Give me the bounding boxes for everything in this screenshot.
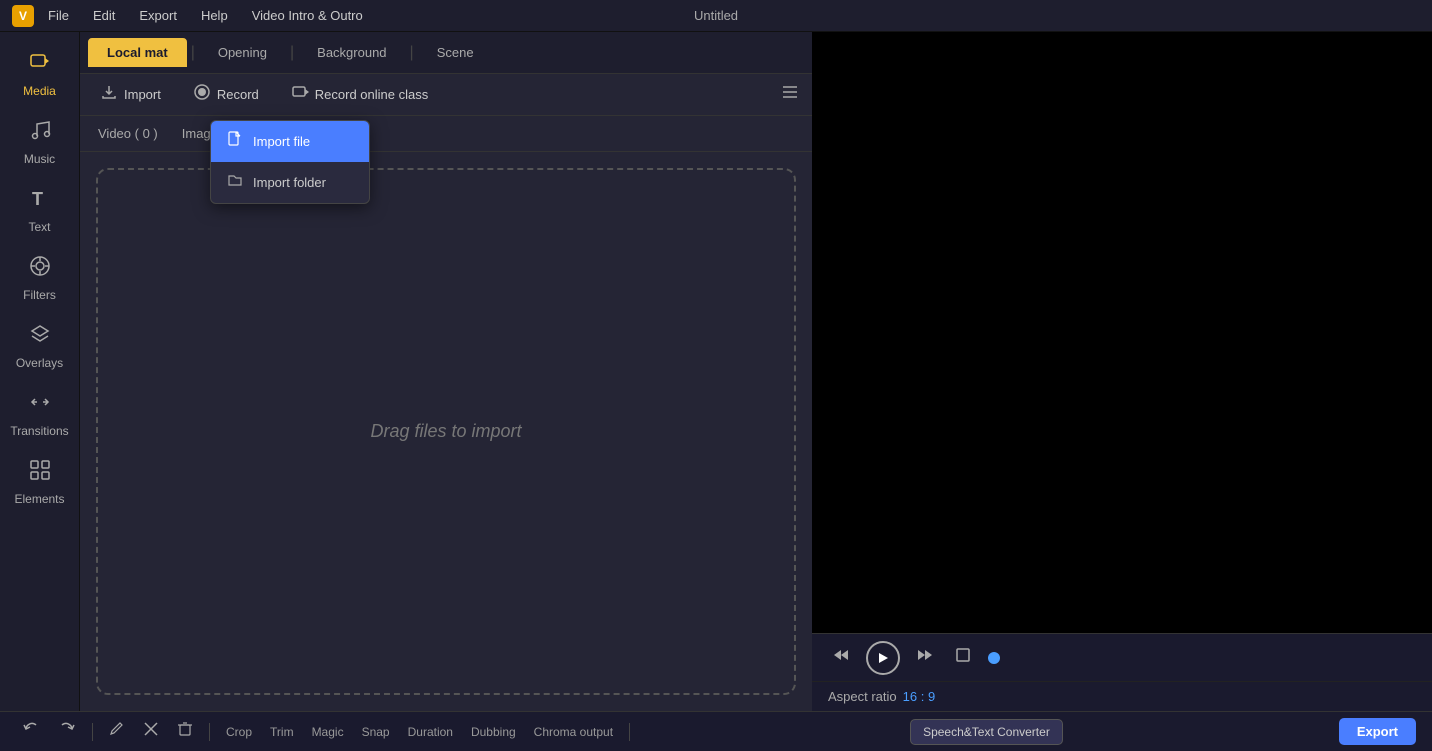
menu-bar: File Edit Export Help Video Intro & Outr… [44,6,367,25]
snap-tool[interactable]: Snap [356,723,396,741]
sidebar-label-transitions: Transitions [10,424,68,438]
app-logo: V [12,5,34,27]
text-icon: T [28,186,52,216]
drop-zone[interactable]: Drag files to import [96,168,796,695]
record-button[interactable]: Record [185,79,267,110]
sidebar-label-music: Music [24,152,55,166]
sub-tab-video[interactable]: Video ( 0 ) [92,124,164,143]
sep-3 [629,723,630,741]
sidebar-label-filters: Filters [23,288,56,302]
export-button[interactable]: Export [1339,718,1416,745]
trim-tool[interactable]: Trim [264,723,300,741]
speech-text-button[interactable]: Speech&Text Converter [910,719,1063,745]
bottom-bar: Crop Trim Magic Snap Duration Dubbing Ch… [0,711,1432,751]
tab-opening[interactable]: Opening [199,38,286,67]
sidebar-item-media[interactable]: Media [5,42,75,106]
record-online-label: Record online class [315,87,428,102]
aspect-ratio-bar: Aspect ratio 16 : 9 [812,681,1432,711]
import-dropdown: Import file Import folder [210,120,370,204]
tab-scene[interactable]: Scene [418,38,493,67]
svg-text:T: T [32,189,43,209]
elements-icon [28,458,52,488]
play-button[interactable] [866,641,900,675]
sidebar-label-elements: Elements [14,492,64,506]
sidebar-item-elements[interactable]: Elements [5,450,75,514]
record-label: Record [217,87,259,102]
transitions-icon [28,390,52,420]
undo-button[interactable] [16,716,46,747]
media-icon [28,50,52,80]
main-container: Media Music T Text [0,32,1432,711]
record-online-icon [291,83,309,106]
stop-button[interactable] [950,642,976,673]
menu-help[interactable]: Help [197,6,232,25]
sidebar-item-filters[interactable]: Filters [5,246,75,310]
record-online-button[interactable]: Record online class [283,79,436,110]
tabs-bar: Local mat | Opening | Background | Scene [80,32,812,74]
preview-controls [812,633,1432,681]
import-label: Import [124,87,161,102]
sidebar-label-overlays: Overlays [16,356,63,370]
sidebar: Media Music T Text [0,32,80,711]
chroma-tool[interactable]: Chroma output [528,723,619,741]
app-title: Untitled [694,8,738,23]
dropdown-import-file[interactable]: Import file [211,121,369,162]
forward-button[interactable] [912,642,938,673]
record-icon [193,83,211,106]
cut-button[interactable] [137,717,165,746]
dropdown-import-file-label: Import file [253,134,310,149]
sidebar-item-overlays[interactable]: Overlays [5,314,75,378]
aspect-ratio-value: 16 : 9 [903,689,936,704]
dropdown-import-folder[interactable]: Import folder [211,162,369,203]
rewind-button[interactable] [828,642,854,673]
dropdown-import-folder-label: Import folder [253,175,326,190]
pen-button[interactable] [103,717,131,746]
menu-export[interactable]: Export [135,6,181,25]
sidebar-label-media: Media [23,84,56,98]
toolbar: Import Record Record onl [80,74,812,116]
dubbing-tool[interactable]: Dubbing [465,723,522,741]
redo-button[interactable] [52,716,82,747]
playhead-indicator [988,652,1000,664]
filters-icon [28,254,52,284]
overlays-icon [28,322,52,352]
import-folder-icon [227,172,243,193]
drop-zone-text: Drag files to import [370,421,521,442]
titlebar: V File Edit Export Help Video Intro & Ou… [0,0,1432,32]
tab-sep-3: | [408,44,416,62]
sidebar-item-text[interactable]: T Text [5,178,75,242]
preview-panel: Aspect ratio 16 : 9 [812,32,1432,711]
menu-file[interactable]: File [44,6,73,25]
tab-sep-2: | [288,44,296,62]
duration-tool[interactable]: Duration [402,723,459,741]
import-button[interactable]: Import [92,79,169,110]
tab-sep-1: | [189,44,197,62]
magic-tool[interactable]: Magic [306,723,350,741]
sep-1 [92,723,93,741]
aspect-ratio-label: Aspect ratio [828,689,897,704]
import-file-icon [227,131,243,152]
tab-background[interactable]: Background [298,38,405,67]
crop-tool[interactable]: Crop [220,723,258,741]
sidebar-item-transitions[interactable]: Transitions [5,382,75,446]
sidebar-label-text: Text [28,220,50,234]
delete-button[interactable] [171,717,199,746]
sep-2 [209,723,210,741]
content-area: Local mat | Opening | Background | Scene… [80,32,812,711]
sub-tabs: Video ( 0 ) Image ( 0 ) Audio ( 0 ) [80,116,812,152]
import-icon [100,83,118,106]
menu-video-intro[interactable]: Video Intro & Outro [248,6,367,25]
tab-local-mat[interactable]: Local mat [88,38,187,67]
menu-edit[interactable]: Edit [89,6,119,25]
music-icon [28,118,52,148]
preview-video [812,32,1432,633]
sidebar-item-music[interactable]: Music [5,110,75,174]
list-view-button[interactable] [780,82,800,107]
